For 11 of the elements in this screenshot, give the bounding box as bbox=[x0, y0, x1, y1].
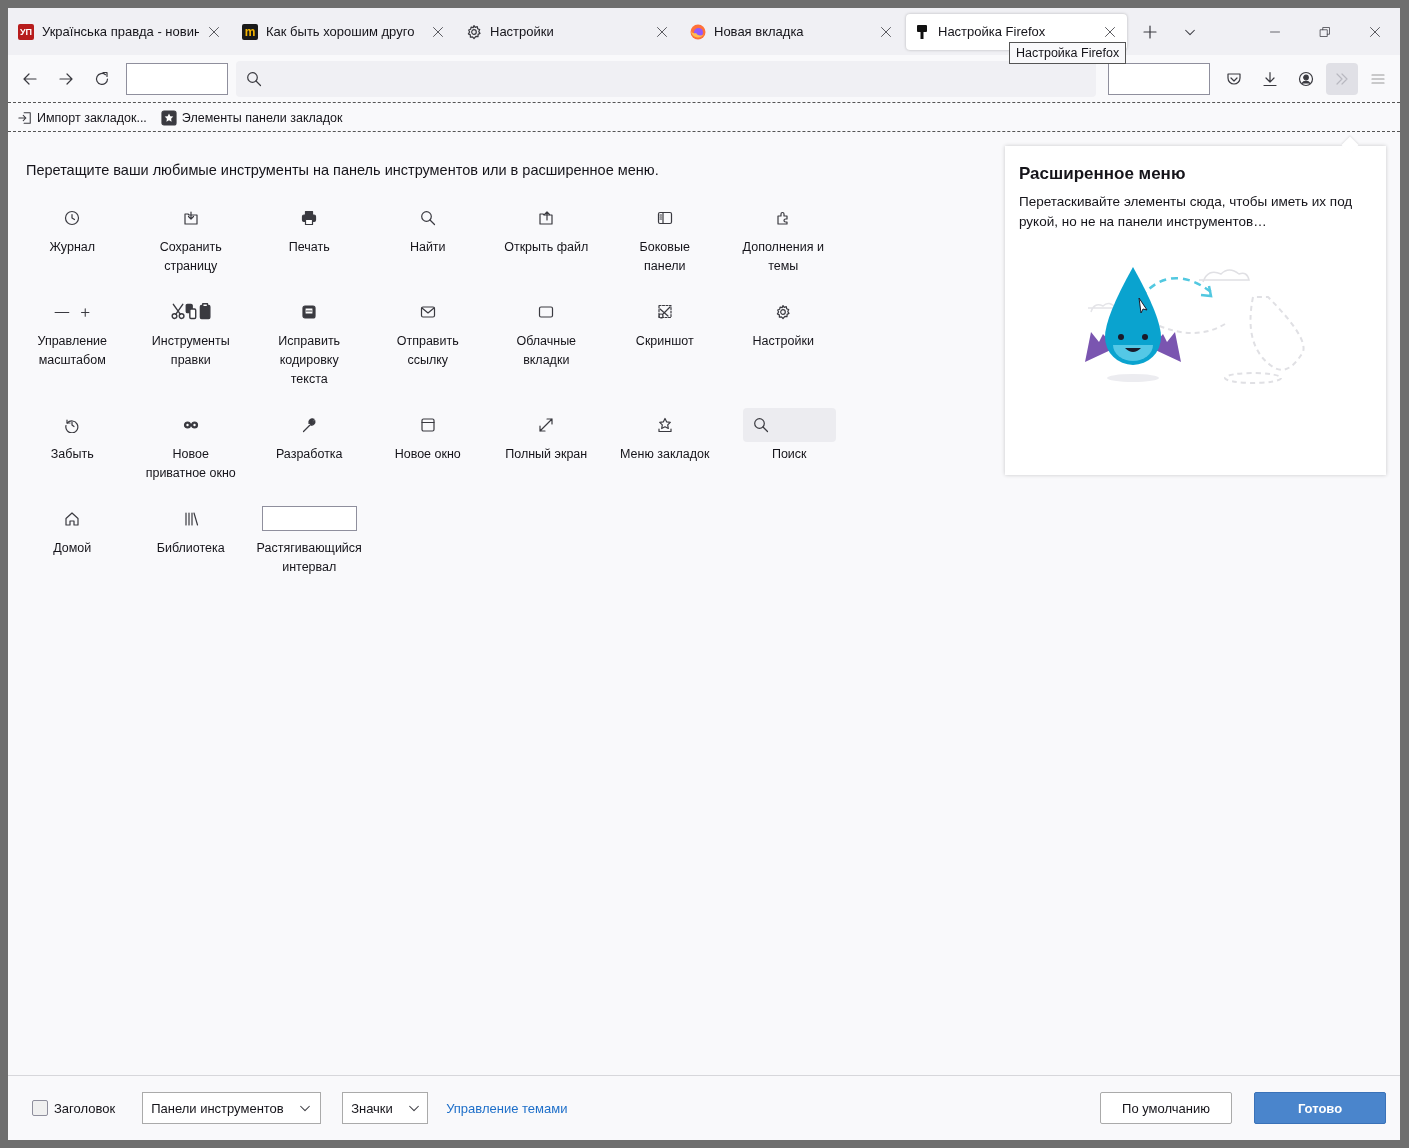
site-favicon: m bbox=[242, 23, 258, 40]
tooltip: Настройка Firefox bbox=[1009, 42, 1127, 64]
tab-title: Новая вкладка bbox=[714, 24, 805, 39]
panel-description: Перетаскивайте элементы сюда, чтобы иметь их под рукой, но не на панели инструментов… bbox=[1019, 193, 1354, 231]
panel-title: Расширенное меню bbox=[1019, 164, 1187, 184]
checkbox-label: Заголовок bbox=[54, 1100, 116, 1116]
tab-title: Как быть хорошим друго bbox=[266, 24, 416, 39]
instruction-text: Перетащите ваши любимые инструменты на панель инструментов или в расширенное меню. bbox=[26, 162, 660, 178]
tab-title: Настройки bbox=[490, 24, 555, 39]
tab-title: Настройка Firefox bbox=[938, 24, 1047, 39]
site-favicon: УП bbox=[18, 23, 34, 40]
